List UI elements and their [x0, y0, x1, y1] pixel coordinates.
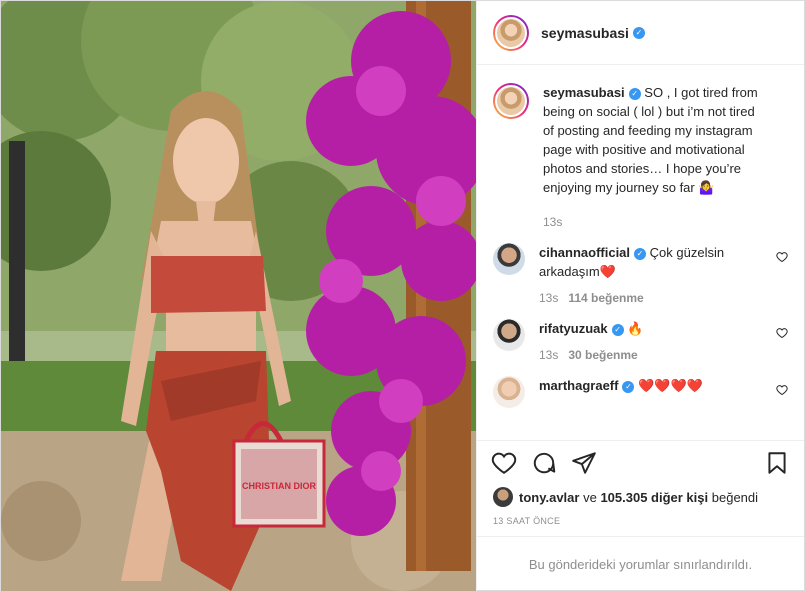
comment-text: ❤️❤️❤️❤️	[638, 378, 703, 393]
author-username[interactable]: seymasubasi	[541, 25, 629, 41]
caption: seymasubasi ✓ SO , I got tired from being…	[493, 83, 788, 229]
instagram-post: CHRISTIAN DIOR seymasubasi ✓ seymasubasi…	[0, 0, 805, 591]
action-bar	[477, 440, 804, 484]
comment-item: rifatyuzuak ✓ 🔥 13s 30 beğenme	[493, 319, 788, 362]
heart-outline-icon[interactable]	[776, 327, 788, 339]
post-sidebar: seymasubasi ✓ seymasubasi ✓ SO , I got ti…	[476, 1, 804, 591]
commenter-avatar[interactable]	[493, 243, 525, 275]
paper-plane-icon[interactable]	[571, 450, 597, 476]
liked-by-others[interactable]: 105.305 diğer kişi	[600, 490, 708, 505]
heart-outline-icon[interactable]	[491, 450, 517, 476]
caption-text: SO , I got tired from being on social ( …	[543, 85, 758, 195]
comment-likes[interactable]: 30 beğenme	[568, 348, 637, 362]
liked-by: tony.avlar ve 105.305 diğer kişi beğendi	[477, 484, 804, 510]
comment-text: 🔥	[627, 321, 644, 336]
comment-likes[interactable]: 114 beğenme	[568, 291, 643, 305]
comment-username[interactable]: rifatyuzuak	[539, 321, 608, 336]
caption-time[interactable]: 13s	[543, 215, 562, 229]
liker-username[interactable]: tony.avlar	[519, 490, 579, 505]
verified-badge-icon: ✓	[622, 380, 635, 393]
liked-by-connector: ve	[583, 489, 597, 505]
comments-restricted-notice: Bu gönderideki yorumlar sınırlandırıldı.	[477, 536, 804, 591]
verified-badge-icon: ✓	[632, 26, 645, 39]
commenter-avatar[interactable]	[493, 319, 525, 351]
verified-badge-icon: ✓	[611, 323, 624, 336]
photo-illustration: CHRISTIAN DIOR	[1, 1, 476, 591]
comment-username[interactable]: marthagraeff	[539, 378, 618, 393]
bag-label: CHRISTIAN DIOR	[242, 481, 317, 491]
bookmark-icon[interactable]	[764, 450, 790, 476]
caption-username[interactable]: seymasubasi	[543, 85, 625, 100]
liker-avatar[interactable]	[493, 487, 513, 507]
comment-time[interactable]: 13s	[539, 291, 558, 305]
commenter-avatar[interactable]	[493, 376, 525, 408]
comment-item: marthagraeff ✓ ❤️❤️❤️❤️	[493, 376, 788, 408]
heart-outline-icon[interactable]	[776, 251, 788, 263]
post-header: seymasubasi ✓	[477, 1, 804, 65]
comment-bubble-icon[interactable]	[531, 450, 557, 476]
comment-username[interactable]: cihannaofficial	[539, 245, 630, 260]
verified-badge-icon: ✓	[628, 87, 641, 100]
verified-badge-icon: ✓	[634, 247, 647, 260]
author-avatar[interactable]	[493, 14, 529, 51]
heart-outline-icon[interactable]	[776, 384, 788, 396]
comments-list[interactable]: seymasubasi ✓ SO , I got tired from being…	[477, 65, 804, 440]
caption-avatar[interactable]	[493, 83, 529, 119]
liked-by-suffix: beğendi	[711, 489, 759, 505]
post-photo[interactable]: CHRISTIAN DIOR	[1, 1, 476, 591]
comment-time[interactable]: 13s	[539, 348, 558, 362]
post-timestamp[interactable]: 13 SAAT ÖNCE	[477, 510, 804, 536]
comment-item: cihannaofficial ✓ Çok güzelsin arkadaşım❤…	[493, 243, 788, 305]
